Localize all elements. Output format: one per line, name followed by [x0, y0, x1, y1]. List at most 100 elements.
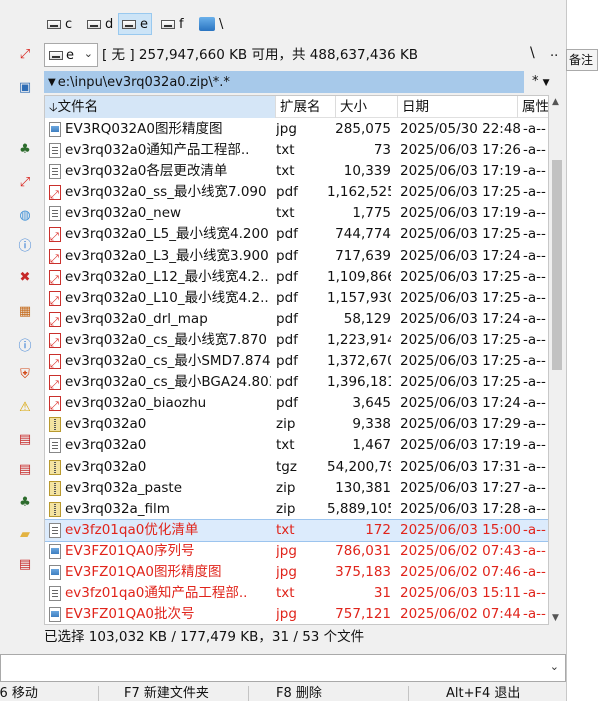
file-attr: -a-- [523, 437, 546, 454]
file-row[interactable]: EV3RQ032A0图形精度图 jpg 285,075 2025/05/30 22:4… [45, 119, 548, 140]
file-row[interactable]: ev3rq032a0各层更改清单 txt 10,339 2025/06/03 17:1… [45, 161, 548, 182]
file-row[interactable]: ev3rq032a0_ss_最小线宽7.090 pdf 1,162,525 2025/… [45, 182, 548, 203]
file-date: 2025/06/03 17:24 [400, 310, 520, 327]
image-icon[interactable]: ▦ [16, 302, 34, 320]
file-attr: -a-- [523, 458, 546, 475]
file-row[interactable]: EV3FZ01QA0序列号 jpg 786,031 2025/06/02 07:43-… [45, 541, 548, 562]
command-line-input[interactable]: ⌄ [0, 654, 566, 682]
zip-file-icon [49, 459, 61, 475]
pdf-file-icon [49, 396, 61, 412]
drive-button-d[interactable]: d [84, 13, 116, 35]
file-row[interactable]: ev3rq032a0_new txt 1,775 2025/06/03 17:19 -a… [45, 203, 548, 224]
path-filter[interactable]: * ▼ [532, 74, 550, 89]
folder-icon[interactable]: ▰ [16, 525, 34, 543]
file-size: 1,775 [352, 205, 391, 222]
file-row[interactable]: ev3fz01qa0通知产品工程部.. txt 31 2025/06/03 15:11… [45, 583, 548, 604]
root-button[interactable]: \ [530, 45, 535, 61]
file-row[interactable]: ev3rq032a_film zip 5,889,105 2025/06/03 17:… [45, 499, 548, 520]
path-dropdown-icon[interactable]: ▼ [48, 77, 56, 88]
parent-dir-button[interactable]: .. [550, 45, 558, 60]
txt-file-icon [49, 522, 61, 538]
file-row[interactable]: ev3rq032a0 txt 1,467 2025/06/03 17:19 -a-- [45, 435, 548, 456]
file-name: ev3rq032a0_biaozhu [65, 395, 207, 412]
file-row[interactable]: ev3rq032a0 zip 9,338 2025/06/03 17:29 -a-- [45, 414, 548, 435]
file-date: 2025/06/02 07:44 [400, 606, 520, 623]
pdf-icon[interactable]: ⤢ [16, 173, 34, 191]
pdf-file-icon [49, 311, 61, 327]
file-row[interactable]: ev3rq032a0_L3_最小线宽3.900 pdf 717,639 2025/06… [45, 246, 548, 267]
column-header-date[interactable]: 日期 [398, 96, 518, 118]
file-type-icon [49, 564, 63, 580]
file-size: 73 [373, 142, 391, 159]
function-key-button[interactable]: F6 移动 [0, 686, 38, 701]
file-size: 1,162,525 [327, 184, 391, 201]
file-list-header: 🡣文件名 扩展名 大小 日期 属性 [45, 96, 548, 118]
vertical-scrollbar[interactable]: ▲ ▼ [549, 95, 565, 625]
file-attr: -a-- [523, 521, 546, 538]
file-ext: pdf [276, 374, 298, 391]
disk-icon [87, 19, 101, 29]
file-row[interactable]: ev3rq032a0 tgz 54,200,799 2025/06/03 17:31-… [45, 457, 548, 478]
file-name: ev3rq032a0_L12_最小线宽4.2.. [65, 268, 269, 285]
file-row[interactable]: ev3rq032a0_L10_最小线宽4.2.. pdf 1,157,930 2025… [45, 288, 548, 309]
pdf-icon[interactable]: ⤢ [16, 45, 34, 63]
file-name: ev3rq032a0_cs_最小BGA24.803 [65, 374, 271, 391]
drive-dropdown[interactable]: e ⌄ [44, 43, 98, 67]
file-row[interactable]: ev3rq032a0通知产品工程部.. txt 73 2025/06/03 17:26… [45, 140, 548, 161]
info-icon[interactable]: ⓘ [16, 335, 34, 354]
file-row[interactable]: EV3FZ01QA0批次号 jpg 757,121 2025/06/02 07:44-… [45, 604, 548, 624]
card-icon[interactable]: ▤ [16, 555, 34, 573]
right-panel-notes-header[interactable]: 备注 [566, 49, 598, 71]
card-icon[interactable]: ▤ [16, 460, 34, 478]
drive-bar: c d e f \ [0, 8, 566, 38]
function-key-button[interactable]: F8 删除 [276, 686, 322, 701]
drive-button-f[interactable]: f [158, 13, 187, 35]
file-date: 2025/06/03 17:25 [400, 268, 520, 285]
file-list[interactable]: 🡣文件名 扩展名 大小 日期 属性 EV3RQ032A0图形精度图 jpg 285,… [44, 95, 549, 625]
chat-icon[interactable]: ◍ [16, 206, 34, 224]
scrollbar-thumb[interactable] [552, 160, 562, 370]
file-date: 2025/06/03 17:19 [400, 163, 520, 180]
column-header-attr[interactable]: 属性 [518, 96, 548, 118]
file-row[interactable]: ev3rq032a0_L12_最小线宽4.2.. pdf 1,109,866 2025… [45, 267, 548, 288]
file-row[interactable]: ev3fz01qa0优化清单 txt 172 2025/06/03 15:00 -a-- [45, 518, 548, 542]
info-icon[interactable]: ⓘ [16, 235, 34, 254]
file-attr: -a-- [523, 585, 546, 602]
file-row[interactable]: ev3rq032a_paste zip 130,381 2025/06/03 17:2… [45, 478, 548, 499]
scroll-up-icon[interactable]: ▲ [552, 97, 559, 107]
file-attr: -a-- [523, 374, 546, 391]
file-date: 2025/06/03 17:24 [400, 247, 520, 264]
img-file-icon [49, 607, 61, 623]
file-row[interactable]: ev3rq032a0_drl_map pdf 58,129 2025/06/03 17… [45, 309, 548, 330]
file-name: ev3rq032a0_L10_最小线宽4.2.. [65, 289, 269, 306]
column-header-ext[interactable]: 扩展名 [276, 96, 336, 118]
scroll-down-icon[interactable]: ▼ [552, 613, 559, 623]
function-key-button[interactable]: Alt+F4 退出 [446, 686, 520, 701]
file-row[interactable]: ev3rq032a0_cs_最小线宽7.870 pdf 1,223,914 2025/… [45, 330, 548, 351]
shield-icon[interactable]: ⛨ [16, 365, 34, 383]
delete-icon[interactable]: ✖ [16, 268, 34, 286]
file-row[interactable]: EV3FZ01QA0图形精度图 jpg 375,183 2025/06/02 07:4… [45, 562, 548, 583]
network-icon[interactable]: ▣ [16, 78, 34, 96]
path-bar[interactable]: ▼ e:\inpu\ev3rq032a0.zip\*.* [44, 71, 524, 93]
drive-button-e[interactable]: e [118, 13, 152, 35]
file-attr: -a-- [523, 563, 546, 580]
file-row[interactable]: ev3rq032a0_biaozhu pdf 3,645 2025/06/03 17:… [45, 393, 548, 414]
img-file-icon [49, 543, 61, 559]
file-row[interactable]: ev3rq032a0_L5_最小线宽4.200 pdf 744,774 2025/06… [45, 224, 548, 245]
warning-icon[interactable]: ⚠ [16, 398, 34, 416]
function-key-button[interactable]: F7 新建文件夹 [124, 686, 209, 701]
column-header-name[interactable]: 🡣文件名 [45, 96, 276, 118]
users-icon[interactable]: ♣ [16, 140, 34, 158]
card-icon[interactable]: ▤ [16, 430, 34, 448]
file-type-icon [49, 164, 63, 180]
column-header-size[interactable]: 大小 [336, 96, 398, 118]
drive-button-c[interactable]: c [44, 13, 75, 35]
file-row[interactable]: ev3rq032a0_cs_最小SMD7.874 pdf 1,372,670 2025… [45, 351, 548, 372]
left-toolbar: ⤢ ▣ ♣ ⤢ ◍ ⓘ ✖ ▦ ⓘ ⛨ ⚠ ▤ ▤ ♣ ▰ ▤ [8, 40, 42, 620]
chevron-down-icon[interactable]: ⌄ [550, 660, 559, 673]
drive-button-network[interactable]: \ [196, 13, 226, 35]
file-row[interactable]: ev3rq032a0_cs_最小BGA24.803 pdf 1,396,181 202… [45, 372, 548, 393]
file-name: ev3rq032a0_drl_map [65, 310, 208, 327]
users-icon[interactable]: ♣ [16, 493, 34, 511]
